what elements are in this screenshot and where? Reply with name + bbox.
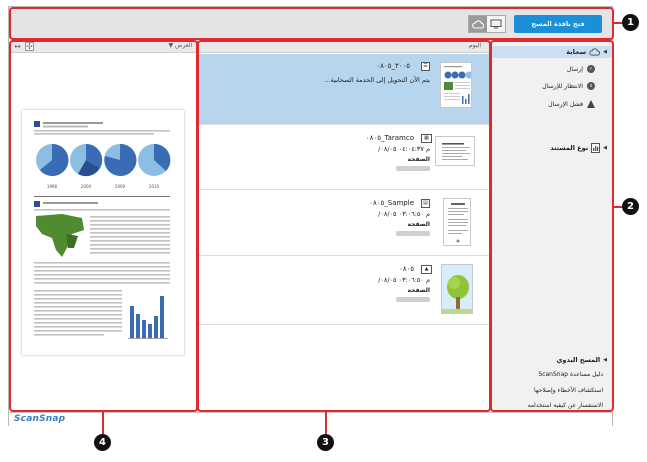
brand-bar: ScanSnap — [9, 412, 612, 426]
callout-number-3: 3 — [317, 434, 334, 451]
callout-box-navigation — [490, 40, 614, 412]
callout-number-1: 1 — [622, 14, 639, 31]
callout-box-preview — [9, 40, 198, 412]
callout-number-2: 2 — [622, 198, 639, 215]
callout-number-4: 4 — [94, 434, 111, 451]
scansnap-logo: ScanSnap — [14, 414, 66, 424]
callout-line-3 — [325, 412, 327, 434]
callout-line-4 — [102, 412, 104, 434]
callout-box-toolbar — [9, 7, 614, 40]
callout-box-list — [197, 40, 491, 412]
